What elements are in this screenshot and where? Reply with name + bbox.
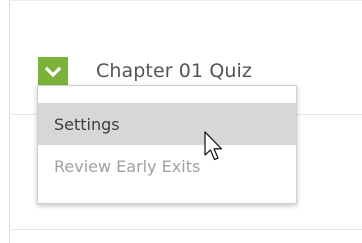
menu-item-settings[interactable]: Settings	[38, 103, 296, 145]
quiz-title[interactable]: Chapter 01 Quiz	[96, 62, 252, 81]
panel-left-border	[9, 0, 10, 243]
quiz-header: Chapter 01 Quiz	[38, 56, 252, 87]
chevron-down-icon	[45, 66, 61, 78]
panel-top-border	[9, 0, 362, 1]
row-divider	[9, 229, 362, 230]
menu-item-review-early-exits[interactable]: Review Early Exits	[38, 145, 296, 187]
dropdown-toggle-button[interactable]	[38, 56, 68, 87]
quiz-options-menu: Settings Review Early Exits	[37, 85, 297, 204]
arrow-pointer-icon	[204, 131, 226, 165]
quiz-panel: Chapter 01 Quiz Settings Review Early Ex…	[0, 0, 362, 243]
